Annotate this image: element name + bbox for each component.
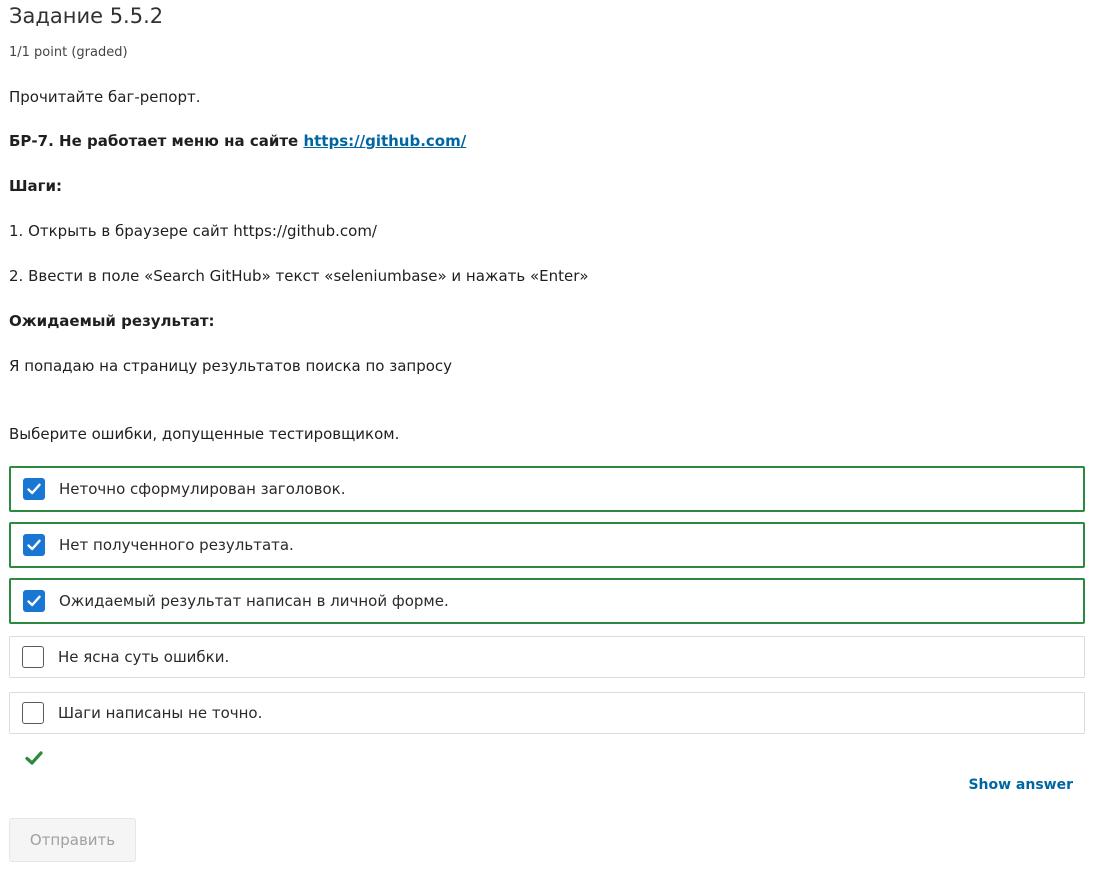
step-2: 2. Ввести в поле «Search GitHub» текст «… bbox=[9, 267, 589, 285]
check-icon bbox=[27, 483, 41, 495]
choice-1[interactable]: Неточно сформулирован заголовок. bbox=[9, 466, 1085, 512]
choice-3[interactable]: Ожидаемый результат написан в личной фор… bbox=[9, 578, 1085, 624]
checkbox-unchecked[interactable] bbox=[22, 702, 44, 724]
choice-label: Не ясна суть ошибки. bbox=[58, 648, 230, 666]
step-1: 1. Открыть в браузере сайт https://githu… bbox=[9, 222, 377, 240]
correct-checkmark-icon bbox=[25, 750, 43, 770]
choice-label: Ожидаемый результат написан в личной фор… bbox=[59, 592, 449, 610]
checkbox-checked[interactable] bbox=[23, 478, 45, 500]
choice-4[interactable]: Не ясна суть ошибки. bbox=[9, 636, 1085, 678]
bug-report-heading-text: БР-7. Не работает меню на сайте bbox=[9, 132, 304, 150]
submit-button[interactable]: Отправить bbox=[9, 818, 136, 862]
choice-label: Неточно сформулирован заголовок. bbox=[59, 480, 346, 498]
points-status: 1/1 point (graded) bbox=[9, 45, 128, 60]
question-text: Выберите ошибки, допущенные тестировщико… bbox=[9, 425, 400, 443]
steps-label: Шаги: bbox=[9, 177, 62, 195]
expected-result-label: Ожидаемый результат: bbox=[9, 312, 215, 330]
check-icon bbox=[27, 539, 41, 551]
choice-label: Нет полученного результата. bbox=[59, 536, 294, 554]
expected-result-text: Я попадаю на страницу результатов поиска… bbox=[9, 357, 453, 375]
checkbox-unchecked[interactable] bbox=[22, 646, 44, 668]
problem-title: Задание 5.5.2 bbox=[9, 4, 164, 28]
checkbox-checked[interactable] bbox=[23, 590, 45, 612]
checkbox-checked[interactable] bbox=[23, 534, 45, 556]
intro-text: Прочитайте баг-репорт. bbox=[9, 88, 201, 106]
choice-2[interactable]: Нет полученного результата. bbox=[9, 522, 1085, 568]
choice-label: Шаги написаны не точно. bbox=[58, 704, 263, 722]
choice-5[interactable]: Шаги написаны не точно. bbox=[9, 692, 1085, 734]
bug-report-heading: БР-7. Не работает меню на сайте https://… bbox=[9, 131, 466, 151]
github-link[interactable]: https://github.com/ bbox=[303, 132, 466, 150]
check-icon bbox=[27, 595, 41, 607]
show-answer-button[interactable]: Show answer bbox=[968, 777, 1073, 793]
